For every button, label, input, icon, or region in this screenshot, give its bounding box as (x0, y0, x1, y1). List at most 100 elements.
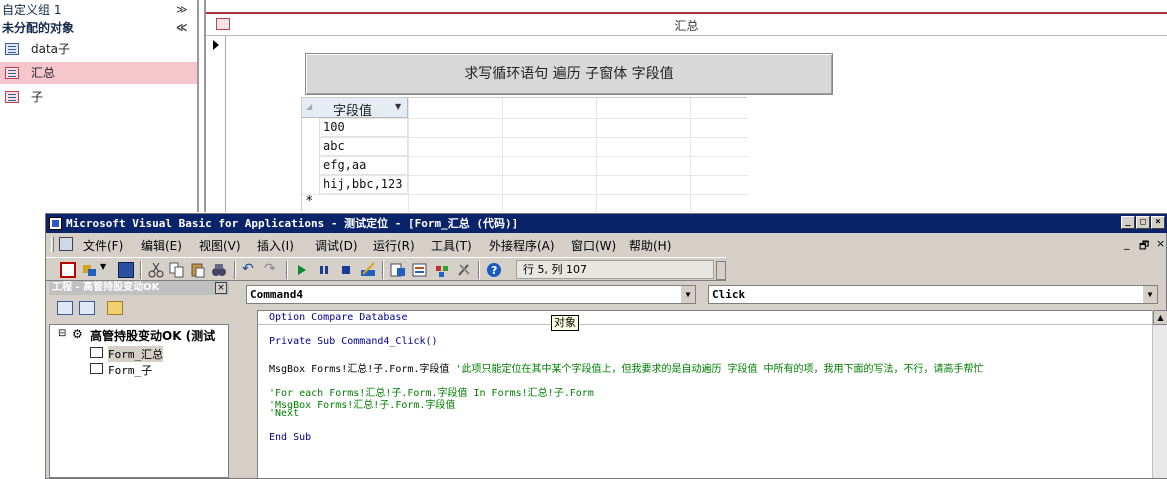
procedure-combo[interactable]: Click ▼ (708, 285, 1158, 304)
code-window: Command4 ▼ Click ▼ Option Compare Databa… (234, 281, 1167, 478)
vba-app-icon (49, 217, 62, 230)
new-record-icon[interactable]: * (306, 194, 313, 209)
reset-icon[interactable] (338, 262, 354, 278)
sort-dropdown-icon[interactable]: ▼ (395, 102, 401, 111)
form-title: 汇总 (674, 19, 699, 33)
nav-item-summary-form[interactable]: 汇总 (0, 62, 197, 84)
design-mode-icon[interactable] (360, 262, 376, 278)
table-cell[interactable]: 100 (321, 118, 408, 137)
table-cell[interactable]: efg,aa (321, 156, 408, 175)
insert-userform-icon[interactable] (82, 262, 98, 278)
close-button[interactable]: × (1151, 216, 1165, 229)
collapse-icon[interactable]: ⊟ (58, 328, 66, 339)
nav-item-sub-form[interactable]: 子 (0, 86, 197, 108)
row-selector[interactable] (302, 156, 320, 175)
vba-editor-window: Microsoft Visual Basic for Applications … (45, 213, 1167, 479)
save-icon[interactable] (118, 262, 134, 278)
maximize-button[interactable]: □ (1136, 216, 1150, 229)
toggle-folders-icon[interactable] (107, 301, 123, 315)
view-code-icon[interactable] (57, 301, 73, 315)
select-all-icon[interactable]: ◢ (306, 102, 312, 111)
nav-group-label: 未分配的对象 (2, 21, 75, 35)
vertical-scrollbar[interactable]: ▲ (1152, 310, 1167, 478)
column-header-label: 字段值 (333, 104, 373, 119)
nav-item-data-table[interactable]: data子 (0, 38, 197, 60)
tree-item-form-sub[interactable]: Form_子 (108, 362, 152, 378)
dropdown-arrow-icon[interactable]: ▼ (100, 262, 108, 278)
project-explorer-title[interactable]: 工程 - 高管持股变动OK (49, 281, 229, 295)
find-icon[interactable] (211, 262, 227, 278)
code-window-icon[interactable] (59, 237, 73, 251)
menu-run[interactable]: 运行(R) (373, 237, 415, 254)
nav-group-custom[interactable]: 自定义组 1 ≫ (2, 1, 188, 19)
chevron-down-icon[interactable]: ≫ (176, 1, 188, 19)
object-browser-icon[interactable] (434, 262, 450, 278)
command4-button[interactable]: 求写循环语句 遍历 子窗体 字段值 (305, 53, 833, 95)
tree-root-project[interactable]: 高管持股变动OK (测试 (90, 327, 215, 344)
row-selector[interactable] (302, 137, 320, 156)
menu-debug[interactable]: 调试(D) (315, 237, 358, 254)
form-window: 汇总 求写循环语句 遍历 子窗体 字段值 ◢ 字段值 ▼ 100 abc efg… (206, 0, 1167, 212)
mdi-close-button[interactable]: × (1156, 237, 1165, 250)
project-explorer-close-button[interactable]: × (215, 282, 227, 294)
procedure-combo-value: Click (712, 288, 746, 301)
vba-title-bar[interactable]: Microsoft Visual Basic for Applications … (46, 214, 1167, 233)
help-icon[interactable]: ? (486, 262, 502, 278)
code-editor[interactable]: Option Compare Database 对象 Private Sub C… (258, 310, 1152, 478)
object-combo-value: Command4 (250, 288, 303, 301)
code-line[interactable]: End Sub (269, 432, 311, 443)
tree-item-form-summary[interactable]: Form_汇总 (108, 346, 164, 362)
menu-grip[interactable] (51, 237, 54, 252)
vba-project-icon: ⚙ (72, 327, 83, 341)
undo-icon[interactable]: ↶ (242, 262, 258, 278)
chevron-up-icon[interactable]: ≪ (176, 19, 188, 37)
chevron-down-icon[interactable]: ▼ (1142, 286, 1157, 303)
menu-addins[interactable]: 外接程序(A) (489, 237, 555, 254)
code-line[interactable]: Private Sub Command4_Click() (269, 336, 438, 347)
menu-file[interactable]: 文件(F) (83, 237, 123, 254)
redo-icon[interactable]: ↷ (264, 262, 280, 278)
row-selector[interactable] (302, 118, 320, 137)
column-header[interactable]: ◢ 字段值 ▼ (302, 98, 408, 119)
object-combo[interactable]: Command4 ▼ (246, 285, 696, 304)
row-selector[interactable] (302, 175, 320, 194)
run-icon[interactable] (294, 262, 310, 278)
toolbar-options-button[interactable] (716, 261, 726, 280)
code-line[interactable]: Option Compare Database (269, 312, 407, 323)
mdi-minimize-button[interactable]: _ (1124, 237, 1130, 250)
minimize-button[interactable]: _ (1121, 216, 1135, 229)
subform-datasheet[interactable]: ◢ 字段值 ▼ 100 abc efg,aa hij,bbc,123 * (301, 97, 748, 212)
project-explorer-icon[interactable] (390, 262, 406, 278)
code-margin-indicator-bar[interactable] (234, 310, 258, 478)
view-access-icon[interactable] (60, 262, 76, 278)
view-object-icon[interactable] (79, 301, 95, 315)
code-line[interactable]: MsgBox Forms!汇总!子.Form.字段值 '此项只能定位在其中某个字… (269, 360, 984, 375)
code-line[interactable]: 'Next (269, 408, 299, 419)
code-text: Private Sub Command4_Click() (269, 336, 438, 347)
record-selector[interactable] (206, 36, 226, 212)
menu-edit[interactable]: 编辑(E) (141, 237, 182, 254)
paste-icon[interactable] (190, 262, 206, 278)
chevron-down-icon[interactable]: ▼ (680, 286, 695, 303)
menu-help[interactable]: 帮助(H) (629, 237, 671, 254)
mdi-restore-button[interactable]: 🗗 (1139, 237, 1149, 256)
pane-splitter[interactable] (197, 0, 206, 212)
current-record-icon (213, 40, 219, 50)
cut-icon[interactable] (148, 262, 164, 278)
menu-view[interactable]: 视图(V) (199, 237, 241, 254)
menu-insert[interactable]: 插入(I) (257, 237, 294, 254)
properties-icon[interactable] (412, 262, 428, 278)
code-text: Option Compare Database (269, 312, 408, 323)
toolbox-icon[interactable] (456, 262, 472, 278)
scroll-up-icon[interactable]: ▲ (1153, 310, 1167, 325)
copy-icon[interactable] (169, 262, 185, 278)
table-cell[interactable]: hij,bbc,123 (321, 175, 408, 194)
project-explorer-toolbar (49, 296, 229, 322)
nav-group-unassigned[interactable]: 未分配的对象 ≪ (2, 19, 188, 37)
table-cell[interactable]: abc (321, 137, 408, 156)
form-tab[interactable]: 汇总 (206, 14, 1167, 36)
table-icon (5, 43, 19, 55)
break-icon[interactable] (316, 262, 332, 278)
menu-window[interactable]: 窗口(W) (571, 237, 616, 254)
menu-tools[interactable]: 工具(T) (431, 237, 472, 254)
